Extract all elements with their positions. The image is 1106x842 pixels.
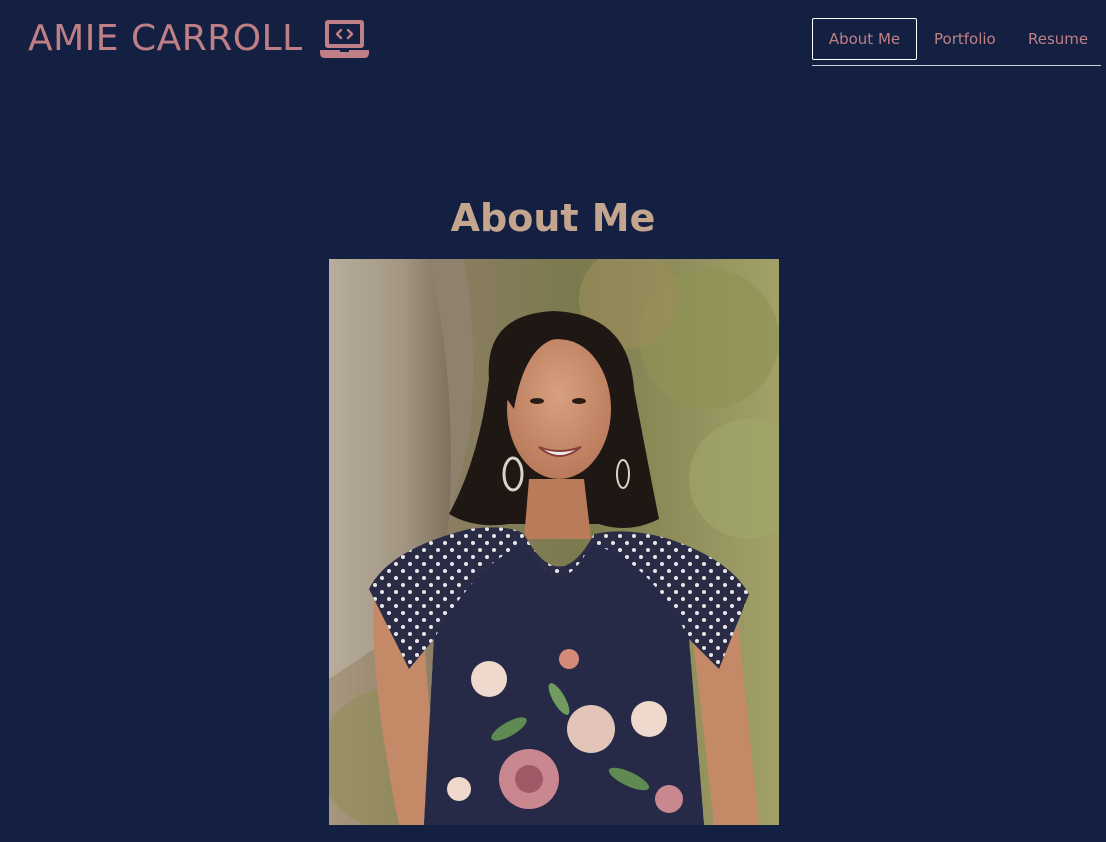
laptop-code-icon <box>319 18 370 60</box>
brand-logo[interactable]: AMIE CARROLL <box>28 14 370 64</box>
page-title: About Me <box>450 196 656 241</box>
nav-link-about-me[interactable]: About Me <box>812 18 917 60</box>
portrait-photo <box>329 259 779 825</box>
main-nav: About Me Portfolio Resume <box>812 18 1101 66</box>
nav-link-resume[interactable]: Resume <box>1028 18 1088 60</box>
brand-name: AMIE CARROLL <box>28 18 303 59</box>
nav-link-portfolio[interactable]: Portfolio <box>934 18 996 60</box>
site-header: AMIE CARROLL About Me Portfolio Resume <box>0 0 1106 80</box>
